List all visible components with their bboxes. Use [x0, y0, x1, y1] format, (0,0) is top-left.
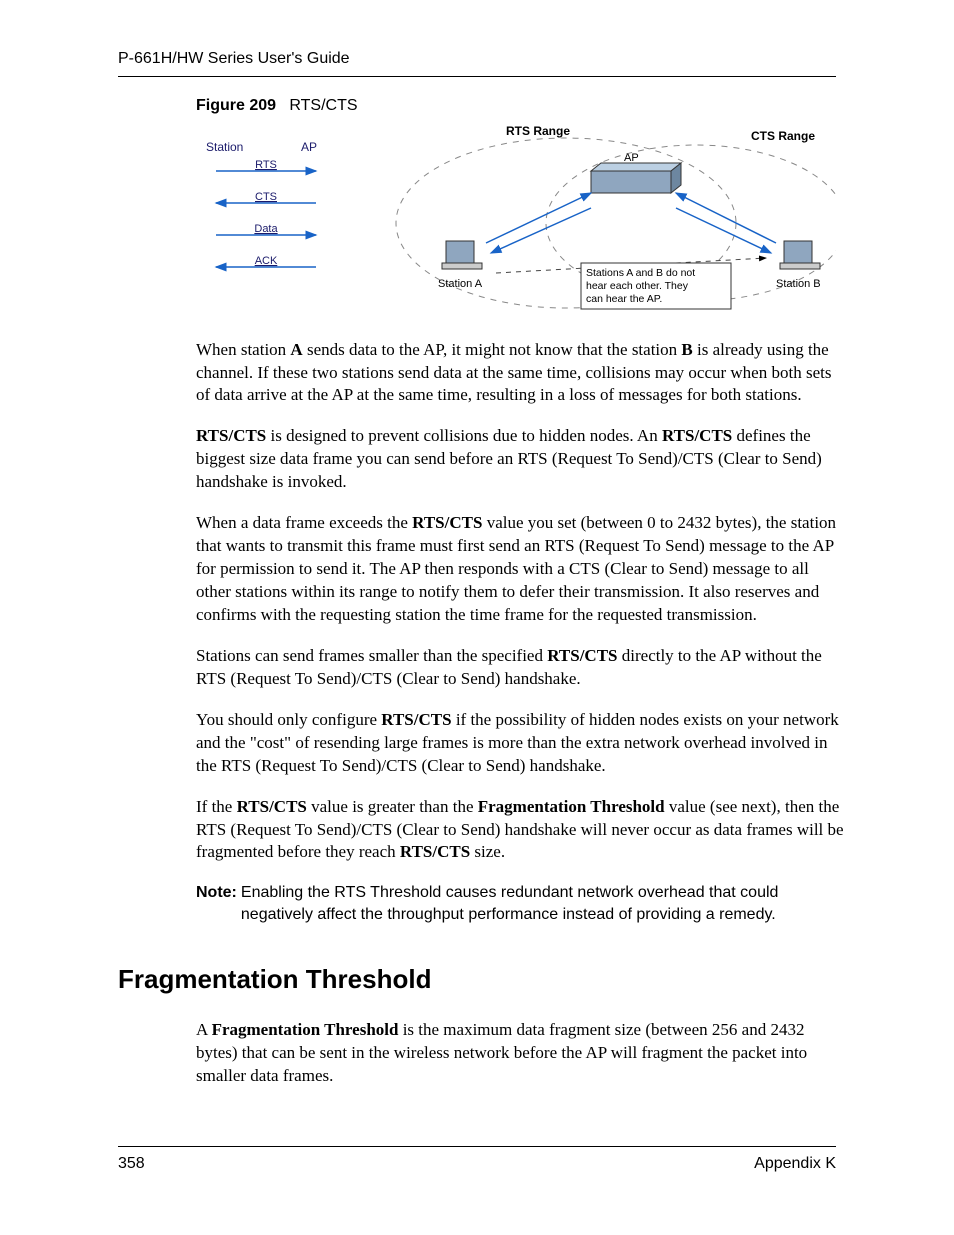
- page-header: P-661H/HW Series User's Guide: [118, 48, 836, 77]
- label-ack: ACK: [255, 255, 278, 267]
- note-label: Note:: [196, 882, 237, 925]
- label-rts-range: RTS Range: [506, 124, 570, 138]
- hidden-note-l1: Stations A and B do not: [586, 267, 695, 279]
- label-cts: CTS: [255, 191, 277, 203]
- figure-title: RTS/CTS: [289, 97, 357, 114]
- ap-device-icon: [591, 163, 681, 193]
- page-number: 358: [118, 1153, 145, 1175]
- paragraph-2: RTS/CTS is designed to prevent collision…: [196, 425, 846, 494]
- arrow-ap-to-a: [491, 208, 591, 253]
- section2-body: A Fragmentation Threshold is the maximum…: [196, 1019, 846, 1088]
- label-rts: RTS: [255, 159, 277, 171]
- body-text: When station A sends data to the AP, it …: [196, 339, 846, 865]
- page-footer: 358 Appendix K: [118, 1146, 836, 1175]
- station-b-icon: [780, 241, 820, 269]
- section2-paragraph: A Fragmentation Threshold is the maximum…: [196, 1019, 846, 1088]
- note-block: Note: Enabling the RTS Threshold causes …: [196, 882, 846, 925]
- label-data: Data: [254, 223, 278, 235]
- header-title: P-661H/HW Series User's Guide: [118, 50, 350, 67]
- paragraph-5: You should only configure RTS/CTS if the…: [196, 709, 846, 778]
- station-a-icon: [442, 241, 482, 269]
- paragraph-1: When station A sends data to the AP, it …: [196, 339, 846, 408]
- figure-rts-cts: Station AP RTS CTS Data ACK RTS Range CT…: [196, 123, 836, 323]
- page-content: Figure 209 RTS/CTS Station AP RTS CTS Da…: [118, 95, 846, 1106]
- section-heading-fragmentation: Fragmentation Threshold: [118, 962, 846, 997]
- label-station-b: Station B: [776, 278, 821, 290]
- paragraph-4: Stations can send frames smaller than th…: [196, 645, 846, 691]
- hidden-note-l2: hear each other. They: [586, 280, 689, 292]
- label-station-a: Station A: [438, 278, 483, 290]
- arrow-ap-to-b: [676, 208, 771, 253]
- hidden-note-l3: can hear the AP.: [586, 293, 662, 305]
- figure-number: Figure 209: [196, 97, 276, 114]
- figure-caption: Figure 209 RTS/CTS: [196, 95, 846, 117]
- diagram-svg: Station AP RTS CTS Data ACK RTS Range CT…: [196, 123, 836, 323]
- arrow-b-to-ap: [676, 193, 776, 243]
- paragraph-6: If the RTS/CTS value is greater than the…: [196, 796, 846, 865]
- label-ap-center: AP: [624, 152, 639, 164]
- arrow-a-to-ap: [486, 193, 591, 243]
- label-station: Station: [206, 140, 243, 154]
- label-cts-range: CTS Range: [751, 129, 815, 143]
- note-text: Enabling the RTS Threshold causes redund…: [241, 882, 846, 925]
- label-ap: AP: [301, 140, 317, 154]
- paragraph-3: When a data frame exceeds the RTS/CTS va…: [196, 512, 846, 627]
- footer-section: Appendix K: [754, 1153, 836, 1175]
